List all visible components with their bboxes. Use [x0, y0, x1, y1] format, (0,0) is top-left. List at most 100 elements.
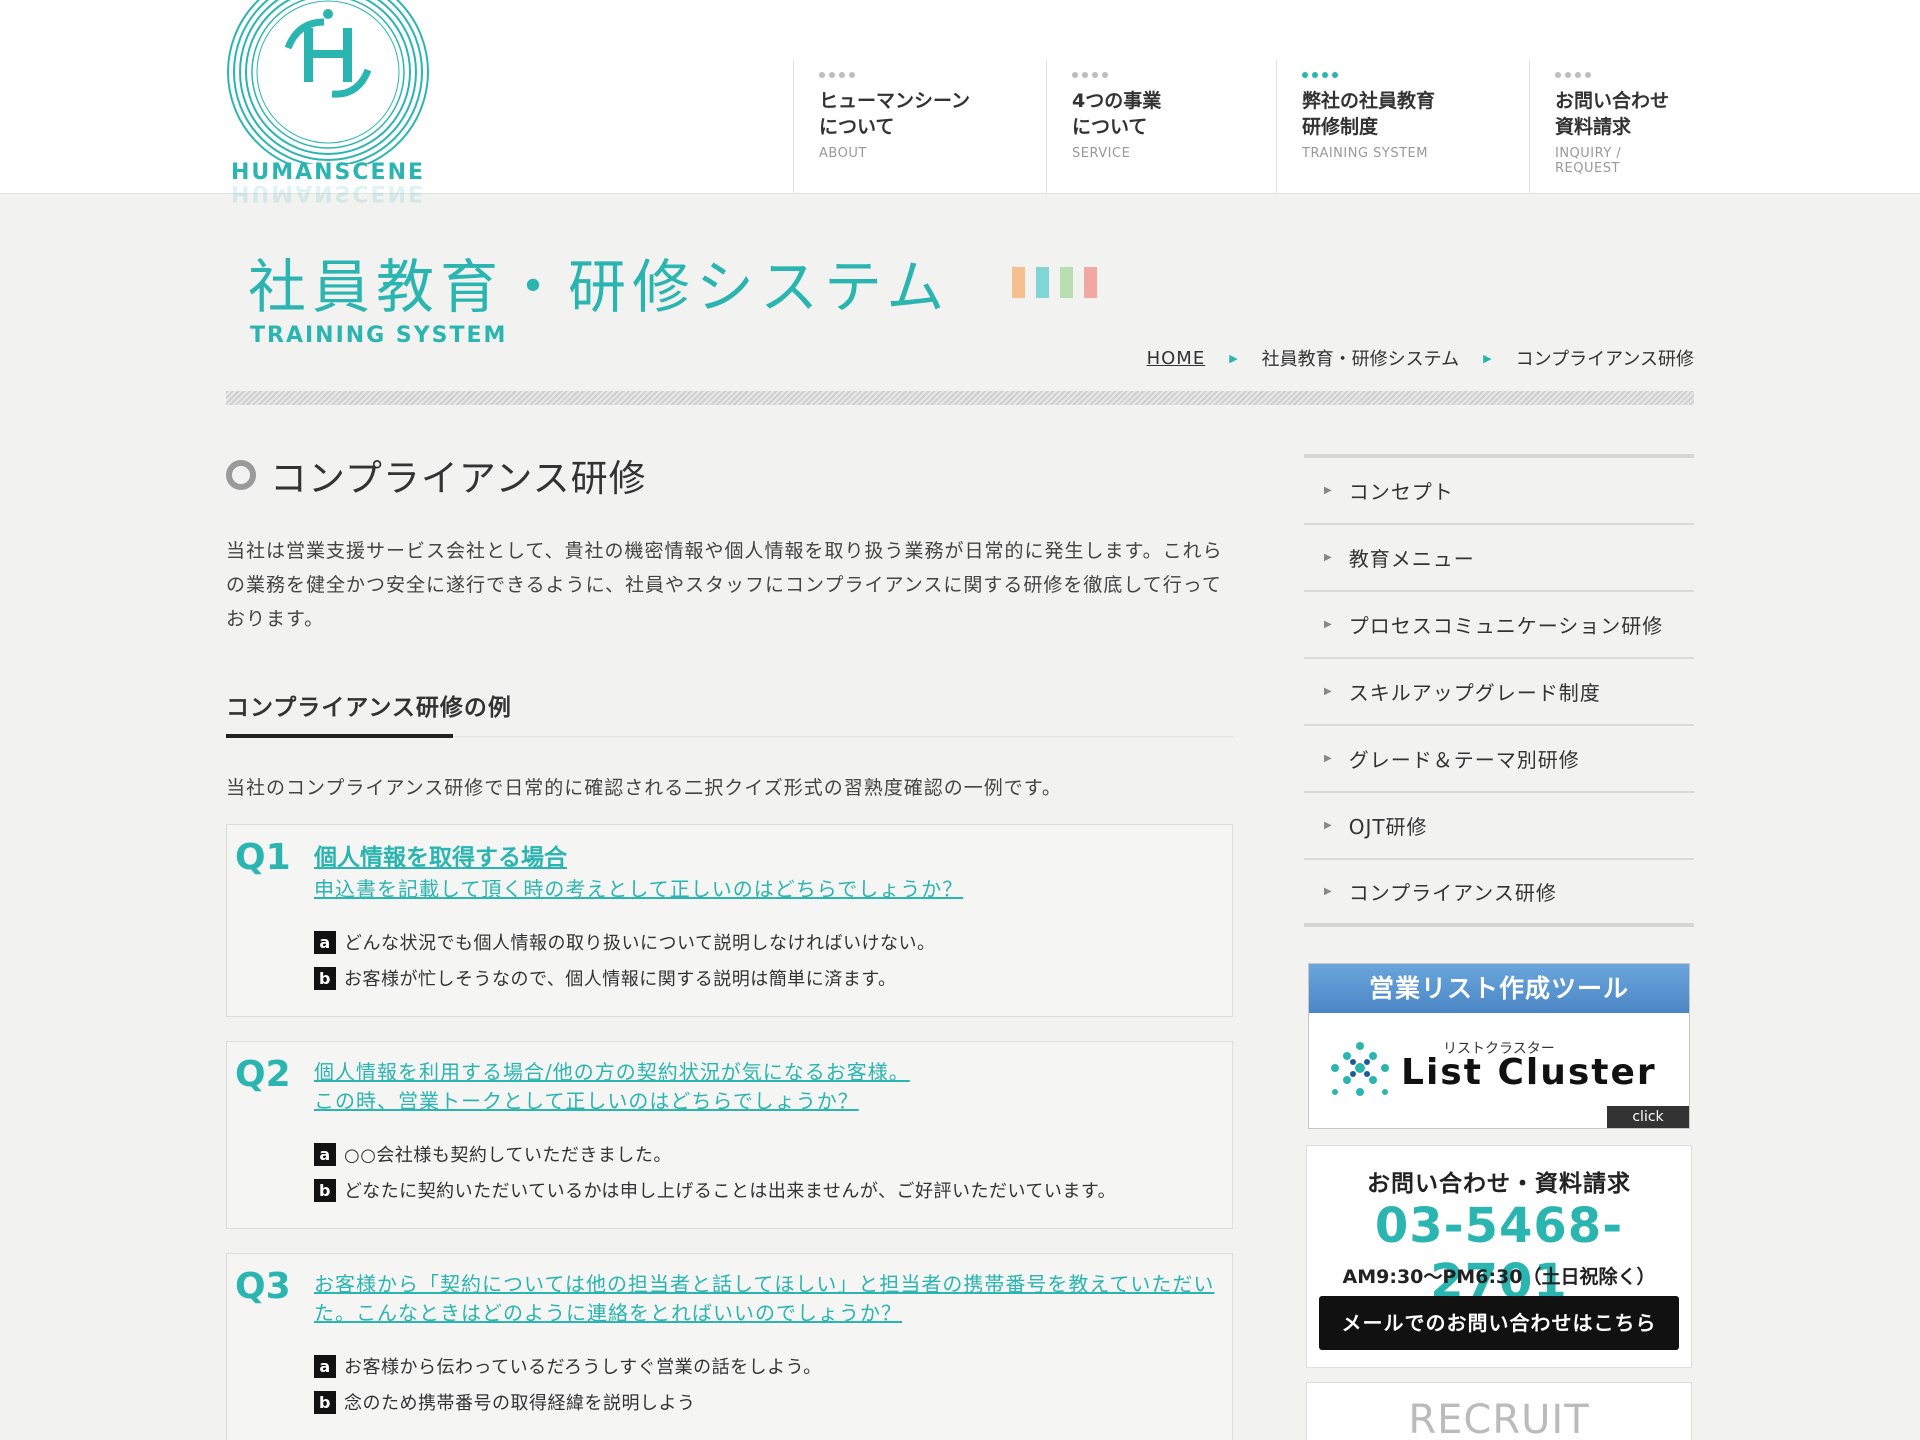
answer-mark: a — [314, 1142, 336, 1166]
question-text[interactable]: 申込書を記載して頂く時の考えとして正しいのはどちらでしょうか？ — [314, 877, 963, 901]
hatched-divider — [226, 391, 1694, 405]
nav-item-service[interactable]: 4つの事業 について SERVICE — [1046, 60, 1276, 194]
answer-item: a お客様から伝わっているだろうしすぐ営業の話をしよう。 — [314, 1348, 1216, 1384]
banner-click-label: click — [1607, 1106, 1689, 1128]
answer-text: お客様から伝わっているだろうしすぐ営業の話をしよう。 — [344, 1357, 822, 1378]
sidebar-item-label: グレード＆テーマ別研修 — [1348, 748, 1580, 772]
chevron-right-icon: ▶ — [1324, 619, 1333, 630]
answer-item: b 念のため携帯番号の取得経緯を説明しよう — [314, 1384, 1216, 1420]
color-bar — [1060, 267, 1073, 298]
color-bar — [1084, 267, 1097, 298]
breadcrumb-home[interactable]: HOME — [1147, 348, 1206, 369]
chevron-right-icon: ▶ — [1229, 351, 1238, 365]
chevron-right-icon: ▶ — [1324, 886, 1333, 897]
sidebar-menu: ▶ コンセプト ▶ 教育メニュー ▶ プロセスコミュニケーション研修 ▶ スキル… — [1304, 454, 1694, 927]
answer-text: 念のため携帯番号の取得経緯を説明しよう — [344, 1393, 696, 1414]
answer-item: b お客様が忙しそうなので、個人情報に関する説明は簡単に済ます。 — [314, 960, 1216, 996]
answer-list: a ○○会社様も契約していただきました。 b どなたに契約いただいているかは申し… — [314, 1136, 1216, 1208]
nav-label-jp: 弊社の社員教育 研修制度 — [1302, 90, 1436, 138]
nav-dots-icon — [819, 72, 1046, 78]
sidebar-item-ojt[interactable]: ▶ OJT研修 — [1304, 793, 1694, 860]
title-color-bars — [1012, 267, 1097, 298]
sidebar-item-skill-upgrade[interactable]: ▶ スキルアップグレード制度 — [1304, 659, 1694, 726]
answer-mark: b — [314, 1390, 336, 1414]
section-heading-text: コンプライアンス研修 — [270, 457, 647, 500]
sidebar-item-label: プロセスコミュニケーション研修 — [1348, 614, 1664, 638]
answer-mark: b — [314, 966, 336, 990]
chevron-right-icon: ▶ — [1324, 753, 1333, 764]
list-cluster-banner[interactable]: 営業リスト作成ツール リストクラスター List Cluster click — [1308, 963, 1690, 1129]
question-box: Q2 個人情報を利用する場合/他の方の契約状況が気になるお客様。 この時、営業ト… — [226, 1041, 1233, 1229]
answer-item: a どんな状況でも個人情報の取り扱いについて説明しなければいけない。 — [314, 924, 1216, 960]
question-text[interactable]: お客様から「契約については他の担当者と話してほしい」と担当者の携帯番号を教えてい… — [314, 1272, 1214, 1325]
page-subtitle: TRAINING SYSTEM — [250, 323, 508, 348]
nav-dots-icon — [1072, 72, 1276, 78]
sidebar-item-label: コンプライアンス研修 — [1348, 881, 1557, 905]
answer-mark: a — [314, 930, 336, 954]
answer-mark: a — [314, 1354, 336, 1378]
breadcrumb: HOME ▶ 社員教育・研修システム ▶ コンプライアンス研修 — [1147, 345, 1694, 371]
main-content: コンプライアンス研修 当社は営業支援サービス会社として、貴社の機密情報や個人情報… — [226, 440, 1233, 1440]
logo-ring-icon — [227, 0, 429, 164]
answer-list: a お客様から伝わっているだろうしすぐ営業の話をしよう。 b 念のため携帯番号の… — [314, 1348, 1216, 1420]
nav-label-en: TRAINING SYSTEM — [1302, 146, 1428, 161]
question-number: Q3 — [235, 1266, 291, 1307]
nav-label-en: SERVICE — [1072, 146, 1131, 161]
chevron-right-icon: ▶ — [1324, 485, 1333, 496]
color-bar — [1012, 267, 1025, 298]
nav-label-jp: お問い合わせ 資料請求 — [1555, 90, 1670, 138]
answer-item: a ○○会社様も契約していただきました。 — [314, 1136, 1216, 1172]
answer-text: どなたに契約いただいているかは申し上げることは出来ませんが、ご好評いただいていま… — [344, 1181, 1117, 1202]
banner-brand: List Cluster — [1401, 1052, 1657, 1093]
chevron-right-icon: ▶ — [1483, 351, 1492, 365]
sidebar-item-concept[interactable]: ▶ コンセプト — [1304, 458, 1694, 525]
color-bar — [1036, 267, 1049, 298]
subheading: コンプライアンス研修の例 — [226, 688, 1233, 738]
mail-inquiry-button[interactable]: メールでのお問い合わせはこちら — [1319, 1296, 1679, 1350]
sidebar-item-label: コンセプト — [1348, 480, 1454, 504]
nav-item-inquiry[interactable]: お問い合わせ 資料請求 INQUIRY / REQUEST — [1529, 60, 1689, 194]
question-text[interactable]: 個人情報を利用する場合/他の方の契約状況が気になるお客様。 この時、営業トークと… — [314, 1060, 910, 1113]
chevron-right-icon: ▶ — [1324, 552, 1333, 563]
answer-list: a どんな状況でも個人情報の取り扱いについて説明しなければいけない。 b お客様… — [314, 924, 1216, 996]
nav-label-jp: 4つの事業 について — [1072, 90, 1162, 138]
answer-item: b どなたに契約いただいているかは申し上げることは出来ませんが、ご好評いただいて… — [314, 1172, 1216, 1208]
banner-heading: 営業リスト作成ツール — [1309, 964, 1689, 1013]
sidebar: ▶ コンセプト ▶ 教育メニュー ▶ プロセスコミュニケーション研修 ▶ スキル… — [1304, 454, 1694, 1440]
nav-dots-icon — [1302, 72, 1529, 78]
nav-dots-icon — [1555, 72, 1689, 78]
question-title[interactable]: 個人情報を取得する場合 — [314, 845, 567, 871]
question-box: Q3 お客様から「契約については他の担当者と話してほしい」と担当者の携帯番号を教… — [226, 1253, 1233, 1440]
breadcrumb-level1[interactable]: 社員教育・研修システム — [1262, 345, 1459, 371]
site-header: HUMANSCENE HUMANSCENE ヒューマンシーン について ABOU… — [0, 0, 1920, 205]
circle-icon — [226, 460, 256, 490]
contact-phone: 03-5468-2701 — [1374, 1198, 1624, 1310]
sidebar-item-compliance[interactable]: ▶ コンプライアンス研修 — [1304, 860, 1694, 927]
intro-paragraph: 当社は営業支援サービス会社として、貴社の機密情報や個人情報を取り扱う業務が日常的… — [226, 540, 1223, 630]
answer-text: ○○会社様も契約していただきました。 — [344, 1145, 672, 1166]
answer-text: どんな状況でも個人情報の取り扱いについて説明しなければいけない。 — [344, 933, 936, 954]
section-heading: コンプライアンス研修 — [226, 440, 1233, 510]
recruit-banner[interactable]: RECRUIT — [1306, 1382, 1692, 1440]
contact-box: お問い合わせ・資料請求 03-5468-2701 AM9:30〜PM6:30（土… — [1306, 1145, 1692, 1368]
sidebar-item-label: スキルアップグレード制度 — [1348, 681, 1601, 705]
contact-title: お問い合わせ・資料請求 — [1367, 1171, 1631, 1197]
contact-hours: AM9:30〜PM6:30（土日祝除く） — [1342, 1266, 1656, 1288]
answer-text: お客様が忙しそうなので、個人情報に関する説明は簡単に済ます。 — [344, 969, 897, 990]
lead-paragraph: 当社のコンプライアンス研修で日常的に確認される二択クイズ形式の習熟度確認の一例で… — [226, 777, 1062, 799]
recruit-label: RECRUIT — [1408, 1397, 1590, 1440]
question-box: Q1 個人情報を取得する場合 申込書を記載して頂く時の考えとして正しいのはどちら… — [226, 824, 1233, 1017]
nav-label-en: ABOUT — [819, 146, 867, 161]
question-number: Q1 — [235, 837, 291, 878]
answer-mark: b — [314, 1178, 336, 1202]
sidebar-item-education-menu[interactable]: ▶ 教育メニュー — [1304, 525, 1694, 592]
page-title: 社員教育・研修システム — [248, 253, 951, 321]
nav-item-about[interactable]: ヒューマンシーン について ABOUT — [793, 60, 1046, 194]
logo-text-reflection: HUMANSCENE — [230, 180, 426, 205]
sidebar-item-grade-theme[interactable]: ▶ グレード＆テーマ別研修 — [1304, 726, 1694, 793]
question-number: Q2 — [235, 1054, 291, 1095]
nav-item-training-system[interactable]: 弊社の社員教育 研修制度 TRAINING SYSTEM — [1276, 60, 1529, 194]
chevron-right-icon: ▶ — [1324, 686, 1333, 697]
site-logo[interactable]: HUMANSCENE HUMANSCENE — [224, 0, 432, 216]
sidebar-item-process-communication[interactable]: ▶ プロセスコミュニケーション研修 — [1304, 592, 1694, 659]
